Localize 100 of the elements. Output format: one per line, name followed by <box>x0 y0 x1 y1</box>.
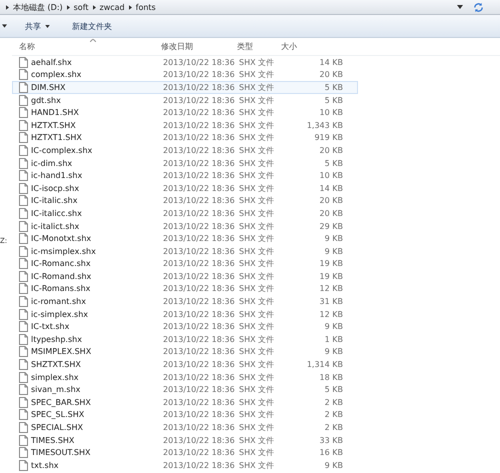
file-name: IC-complex.shx <box>31 146 94 155</box>
file-row[interactable]: ic-simplex.shx 2013/10/22 18:36 SHX 文件 12 KB <box>12 308 358 320</box>
file-size: 10 KB <box>318 171 343 180</box>
file-size: 2 KB <box>324 410 343 420</box>
file-name: complex.shx <box>31 70 82 80</box>
file-icon <box>19 233 28 244</box>
file-icon <box>19 283 28 294</box>
column-header[interactable]: 修改日期 <box>161 41 237 52</box>
file-size: 9 KB <box>324 460 343 470</box>
caret-icon[interactable] <box>2 24 7 28</box>
file-name: SPEC_SL.SHX <box>31 410 86 420</box>
modified-date: 2013/10/22 18:36 <box>163 246 236 256</box>
file-row[interactable]: IC-italicc.shx 2013/10/22 18:36 SHX 文件 20 KB <box>12 207 358 220</box>
file-row[interactable]: complex.shx 2013/10/22 18:36 SHX 文件 20 KB <box>12 68 358 82</box>
file-row[interactable]: IC-Romanc.shx 2013/10/22 18:36 SHX 文件 19 KB <box>12 258 358 270</box>
file-row[interactable]: TIMESOUT.SHX 2013/10/22 18:36 SHX 文件 16 KB <box>12 446 358 459</box>
file-row[interactable]: IC-Romand.shx 2013/10/22 18:36 SHX 文件 19 KB <box>12 270 358 283</box>
file-type: SHX 文件 <box>239 346 276 358</box>
modified-date: 2013/10/22 18:36 <box>163 334 236 344</box>
file-type: SHX 文件 <box>239 359 276 370</box>
file-icon <box>19 208 28 219</box>
file-row[interactable]: TIMES.SHX 2013/10/22 18:36 SHX 文件 33 KB <box>12 434 358 446</box>
file-type: SHX 文件 <box>239 409 276 420</box>
file-row[interactable]: SPEC_SL.SHX 2013/10/22 18:36 SHX 文件 2 KB <box>12 408 358 422</box>
file-row[interactable]: simplex.shx 2013/10/22 18:36 SHX 文件 18 KB <box>12 370 358 384</box>
file-type: SHX 文件 <box>239 447 276 458</box>
file-name: TIMES.SHX <box>31 436 76 445</box>
breadcrumb-item[interactable]: soft <box>74 2 89 12</box>
file-row[interactable]: IC-isocp.shx 2013/10/22 18:36 SHX 文件 14 KB <box>12 182 358 195</box>
file-type: SHX 文件 <box>239 396 276 408</box>
file-name: SPEC_BAR.SHX <box>31 398 92 407</box>
modified-date: 2013/10/22 18:36 <box>163 360 236 370</box>
refresh-icon[interactable] <box>473 2 484 12</box>
file-type: SHX 文件 <box>239 195 276 206</box>
file-row[interactable]: gdt.shx 2013/10/22 18:36 SHX 文件 5 KB <box>12 94 358 106</box>
file-row[interactable]: DIM.SHX 2013/10/22 18:36 SHX 文件 5 KB <box>12 81 358 94</box>
file-icon <box>19 246 28 257</box>
file-row[interactable]: IC-Monotxt.shx 2013/10/22 18:36 SHX 文件 9 KB <box>12 232 358 245</box>
breadcrumb-item[interactable]: 本地磁盘 (D:) <box>13 2 63 12</box>
file-type: SHX 文件 <box>239 283 276 294</box>
file-row[interactable]: ic-romant.shx 2013/10/22 18:36 SHX 文件 31 KB <box>12 295 358 308</box>
file-row[interactable]: SPECIAL.SHX 2013/10/22 18:36 SHX 文件 2 KB <box>12 421 358 434</box>
file-icon <box>19 447 28 458</box>
file-name: IC-Romanc.shx <box>31 259 92 268</box>
file-size: 5 KB <box>324 158 343 168</box>
column-header[interactable]: 名称 <box>12 41 161 52</box>
chevron-icon <box>66 4 70 10</box>
toolbar-button[interactable]: 新建文件夹 <box>68 18 116 34</box>
file-name: TIMESOUT.SHX <box>31 448 92 458</box>
dropdown-icon[interactable] <box>457 5 463 9</box>
breadcrumb-item[interactable]: fonts <box>136 2 156 12</box>
file-row[interactable]: HZTXT.SHX 2013/10/22 18:36 SHX 文件 1,343 KB <box>12 118 358 132</box>
file-row[interactable]: MSIMPLEX.SHX 2013/10/22 18:36 SHX 文件 9 KB <box>12 346 358 358</box>
column-header[interactable]: 大小 <box>281 41 351 52</box>
file-row[interactable]: IC-italic.shx 2013/10/22 18:36 SHX 文件 20 KB <box>12 194 358 208</box>
file-row[interactable]: IC-Romans.shx 2013/10/22 18:36 SHX 文件 12 KB <box>12 282 358 296</box>
file-size: 1,343 KB <box>306 120 343 130</box>
file-icon <box>19 182 28 194</box>
toolbar-button[interactable]: 共享 <box>21 18 54 34</box>
file-icon <box>19 422 28 434</box>
file-row[interactable]: SHZTXT.SHX 2013/10/22 18:36 SHX 文件 1,314 KB <box>12 358 358 371</box>
file-name: ic-italict.shx <box>31 222 80 231</box>
file-icon <box>19 69 28 80</box>
file-row[interactable]: ic-hand1.shx 2013/10/22 18:36 SHX 文件 10 KB <box>12 169 358 182</box>
modified-date: 2013/10/22 18:36 <box>163 120 236 130</box>
file-row[interactable]: HZTXT1.SHX 2013/10/22 18:36 SHX 文件 919 KB <box>12 132 358 144</box>
modified-date: 2013/10/22 18:36 <box>163 234 236 244</box>
file-size: 20 KB <box>318 208 343 218</box>
file-row[interactable]: ic-italict.shx 2013/10/22 18:36 SHX 文件 29 KB <box>12 220 358 232</box>
file-name: DIM.SHX <box>31 82 67 92</box>
file-row[interactable]: ltypeshp.shx 2013/10/22 18:36 SHX 文件 1 KB <box>12 333 358 346</box>
file-size: 12 KB <box>318 310 343 319</box>
address-bar[interactable]: 本地磁盘 (D:) soft zwcad fonts <box>0 0 500 15</box>
file-size: 20 KB <box>318 146 343 155</box>
file-row[interactable]: IC-complex.shx 2013/10/22 18:36 SHX 文件 20 KB <box>12 144 358 157</box>
file-icon <box>19 158 28 169</box>
file-size: 20 KB <box>318 196 343 206</box>
modified-date: 2013/10/22 18:36 <box>163 259 236 268</box>
file-type: SHX 文件 <box>239 170 276 182</box>
modified-date: 2013/10/22 18:36 <box>163 436 236 445</box>
file-size: 19 KB <box>318 259 343 268</box>
file-icon <box>19 384 28 396</box>
file-row[interactable]: sivan_m.shx 2013/10/22 18:36 SHX 文件 5 KB <box>12 383 358 396</box>
file-row[interactable]: aehalf.shx 2013/10/22 18:36 SHX 文件 14 KB <box>12 56 358 69</box>
file-icon <box>19 120 28 131</box>
file-row[interactable]: IC-txt.shx 2013/10/22 18:36 SHX 文件 9 KB <box>12 320 358 334</box>
file-size: 5 KB <box>324 82 343 92</box>
file-row[interactable]: txt.shx 2013/10/22 18:36 SHX 文件 9 KB <box>12 459 358 472</box>
file-type: SHX 文件 <box>239 220 276 232</box>
file-type: SHX 文件 <box>239 422 276 434</box>
file-row[interactable]: ic-msimplex.shx 2013/10/22 18:36 SHX 文件 9 KB <box>12 244 358 258</box>
modified-date: 2013/10/22 18:36 <box>163 158 236 168</box>
modified-date: 2013/10/22 18:36 <box>163 272 236 281</box>
file-type: SHX 文件 <box>239 460 276 471</box>
breadcrumb-item[interactable]: zwcad <box>100 2 125 12</box>
file-type: SHX 文件 <box>239 158 276 169</box>
file-row[interactable]: ic-dim.shx 2013/10/22 18:36 SHX 文件 5 KB <box>12 156 358 170</box>
file-row[interactable]: HAND1.SHX 2013/10/22 18:36 SHX 文件 10 KB <box>12 106 358 119</box>
file-row[interactable]: SPEC_BAR.SHX 2013/10/22 18:36 SHX 文件 2 KB <box>12 396 358 409</box>
column-header[interactable]: 类型 <box>237 41 281 52</box>
